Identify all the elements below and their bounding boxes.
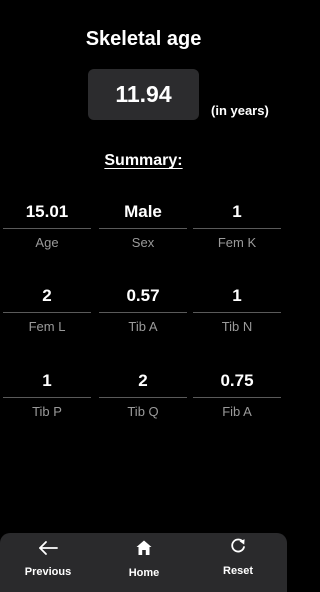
summary-item-value: 15.01 bbox=[25, 202, 69, 221]
summary-item-value: 2 bbox=[42, 286, 52, 305]
home-button[interactable]: Home bbox=[96, 533, 192, 592]
arrow-left-icon bbox=[0, 539, 96, 557]
summary-item-sex: Male Sex bbox=[96, 200, 190, 251]
summary-item-tib-n: 1 Tib N bbox=[190, 284, 284, 335]
result-value: 11.94 bbox=[115, 81, 172, 107]
summary-item-fem-l: 2 Fem L bbox=[0, 284, 94, 335]
summary-item-label: Tib P bbox=[32, 404, 62, 419]
summary-item-value: 2 bbox=[138, 371, 148, 390]
summary-item-tib-a: 0.57 Tib A bbox=[96, 284, 190, 335]
summary-item-label: Tib A bbox=[128, 319, 158, 334]
summary-item-value: 1 bbox=[232, 286, 242, 305]
summary-item-value: 0.57 bbox=[126, 286, 160, 305]
divider bbox=[193, 228, 281, 229]
summary-item-value: 1 bbox=[42, 371, 52, 390]
home-label: Home bbox=[128, 567, 160, 579]
summary-item-value: 0.75 bbox=[220, 371, 254, 390]
divider bbox=[99, 228, 187, 229]
summary-item-label: Fem K bbox=[217, 235, 257, 250]
reset-label: Reset bbox=[223, 565, 253, 577]
summary-heading: Summary: bbox=[104, 152, 183, 169]
summary-item-fem-k: 1 Fem K bbox=[190, 200, 284, 251]
home-icon bbox=[96, 539, 192, 557]
previous-button[interactable]: Previous bbox=[0, 533, 96, 592]
summary-item-label: Age bbox=[35, 235, 59, 250]
divider bbox=[193, 397, 281, 398]
divider bbox=[3, 228, 91, 229]
summary-item-value: Male bbox=[124, 202, 162, 221]
divider bbox=[193, 312, 281, 313]
result-unit-label: (in years) bbox=[211, 103, 269, 118]
skeletal-age-screen: Skeletal age 11.94 (in years) Summary: 1… bbox=[0, 0, 287, 592]
reset-icon bbox=[190, 537, 286, 555]
reset-button[interactable]: Reset bbox=[190, 533, 286, 592]
summary-item-label: Fem L bbox=[28, 319, 66, 334]
divider bbox=[3, 312, 91, 313]
summary-item-label: Sex bbox=[131, 235, 155, 250]
summary-item-tib-q: 2 Tib Q bbox=[96, 369, 190, 420]
page-title: Skeletal age bbox=[85, 28, 202, 50]
result-value-box: 11.94 bbox=[88, 69, 199, 120]
divider bbox=[99, 397, 187, 398]
previous-label: Previous bbox=[24, 566, 72, 578]
summary-item-age: 15.01 Age bbox=[0, 200, 94, 251]
summary-item-fib-a: 0.75 Fib A bbox=[190, 369, 284, 420]
summary-item-label: Tib Q bbox=[127, 404, 159, 419]
divider bbox=[99, 312, 187, 313]
bottom-navigation-bar: Previous Home Reset bbox=[0, 533, 287, 592]
summary-item-tib-p: 1 Tib P bbox=[0, 369, 94, 420]
divider bbox=[3, 397, 91, 398]
summary-item-label: Tib N bbox=[221, 319, 253, 334]
summary-item-label: Fib A bbox=[222, 404, 252, 419]
summary-item-value: 1 bbox=[232, 202, 242, 221]
